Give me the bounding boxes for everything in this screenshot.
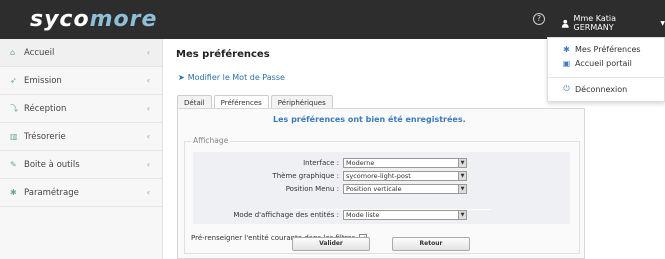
menu-item-deconnexion[interactable]: ⏻ Déconnexion bbox=[562, 84, 627, 94]
chevron-left-icon: ‹ bbox=[146, 132, 150, 141]
gear-icon: ✱ bbox=[10, 188, 17, 197]
top-bar: sycomore ? Mme Katia GERMANY ▼ bbox=[0, 0, 665, 39]
menu-item-accueil-portail[interactable]: ▣ Accueil portail bbox=[562, 59, 632, 68]
sidebar-item-tresorerie[interactable]: ▥ Trésorerie ‹ bbox=[0, 123, 162, 151]
menu-item-label: Déconnexion bbox=[575, 84, 628, 94]
logo-text-syco: syco bbox=[30, 7, 90, 32]
caret-down-icon: ▼ bbox=[660, 19, 665, 27]
dropdown-arrow-icon: ▼ bbox=[458, 159, 466, 167]
back-button[interactable]: Retour bbox=[392, 237, 470, 251]
portal-icon: ▣ bbox=[562, 59, 571, 68]
sidebar-item-reception[interactable]: ⤵ Réception ‹ bbox=[0, 95, 162, 123]
user-menu[interactable]: Mme Katia GERMANY ▼ bbox=[561, 14, 665, 32]
chevron-left-icon: ‹ bbox=[146, 104, 150, 113]
sidebar: ⌂ Accueil ‹ ➶ Emission ‹ ⤵ Réception ‹ ▥… bbox=[0, 39, 163, 259]
form-buttons: Valider Retour bbox=[163, 237, 599, 251]
interface-row: Interface : Moderne ▼ bbox=[193, 158, 467, 168]
sidebar-item-label: Réception bbox=[24, 103, 67, 114]
logo[interactable]: sycomore bbox=[30, 7, 157, 32]
sidebar-item-boite-a-outils[interactable]: ✎ Boite à outils ‹ bbox=[0, 151, 162, 179]
sidebar-item-label: Accueil bbox=[24, 47, 55, 58]
user-icon bbox=[561, 19, 569, 28]
interface-value: Moderne bbox=[346, 159, 375, 167]
menu-divider bbox=[548, 77, 665, 78]
change-password-link[interactable]: ➤ Modifier le Mot de Passe bbox=[178, 73, 285, 82]
menu-item-preferences[interactable]: ✱ Mes Préférences bbox=[562, 45, 641, 54]
page-title: Mes préférences bbox=[176, 49, 270, 60]
logo-text-more: more bbox=[89, 7, 158, 32]
display-mode-label: Mode d'affichage des entités : bbox=[233, 211, 339, 219]
chevron-left-icon: ‹ bbox=[146, 76, 150, 85]
gear-icon: ✱ bbox=[563, 45, 570, 54]
sidebar-item-parametrage[interactable]: ✱ Paramétrage ‹ bbox=[0, 179, 162, 207]
dropdown-arrow-icon: ▼ bbox=[458, 185, 466, 193]
chevron-left-icon: ‹ bbox=[146, 188, 150, 197]
display-mode-value: Mode liste bbox=[346, 211, 380, 219]
sidebar-item-label: Boite à outils bbox=[24, 159, 80, 170]
menu-item-label: Mes Préférences bbox=[575, 45, 641, 54]
interface-select[interactable]: Moderne ▼ bbox=[343, 158, 467, 168]
wrench-icon: ✎ bbox=[10, 160, 17, 169]
theme-value: sycomore-light-post bbox=[346, 172, 411, 180]
display-mode-row: Mode d'affichage des entités : Mode list… bbox=[193, 210, 467, 220]
chevron-left-icon: ‹ bbox=[146, 48, 150, 57]
home-icon: ⌂ bbox=[10, 48, 16, 57]
interface-label: Interface : bbox=[303, 159, 339, 167]
help-icon[interactable]: ? bbox=[533, 13, 545, 25]
sidebar-item-label: Emission bbox=[24, 75, 62, 86]
sidebar-item-label: Paramétrage bbox=[24, 187, 79, 198]
validate-button[interactable]: Valider bbox=[292, 237, 370, 251]
sidebar-item-accueil[interactable]: ⌂ Accueil ‹ bbox=[0, 39, 162, 67]
menu-position-value: Position verticale bbox=[346, 185, 402, 193]
chart-icon: ▥ bbox=[10, 132, 18, 141]
power-icon: ⏻ bbox=[563, 84, 570, 93]
fieldset-legend: Affichage bbox=[191, 136, 231, 145]
theme-select[interactable]: sycomore-light-post ▼ bbox=[343, 171, 467, 181]
success-message: Les préférences ont bien été enregistrée… bbox=[273, 115, 466, 124]
arrow-right-icon: ➤ bbox=[178, 73, 185, 82]
send-icon: ➶ bbox=[10, 76, 17, 85]
theme-label: Thème graphique : bbox=[272, 172, 339, 180]
menu-position-row: Position Menu : Position verticale ▼ bbox=[193, 184, 467, 194]
display-mode-select[interactable]: Mode liste ▼ bbox=[343, 210, 467, 220]
user-dropdown-menu: ✱ Mes Préférences ▣ Accueil portail ⏻ Dé… bbox=[547, 37, 665, 102]
menu-item-label: Accueil portail bbox=[575, 59, 632, 68]
menu-position-select[interactable]: Position verticale ▼ bbox=[343, 184, 467, 194]
form-band: Interface : Moderne ▼ Thème graphique : s… bbox=[193, 152, 570, 224]
chevron-left-icon: ‹ bbox=[146, 160, 150, 169]
menu-position-label: Position Menu : bbox=[285, 185, 339, 193]
change-password-label: Modifier le Mot de Passe bbox=[187, 73, 285, 82]
sidebar-item-emission[interactable]: ➶ Emission ‹ bbox=[0, 67, 162, 95]
dropdown-arrow-icon: ▼ bbox=[458, 211, 466, 219]
theme-row: Thème graphique : sycomore-light-post ▼ bbox=[193, 171, 467, 181]
sidebar-item-label: Trésorerie bbox=[24, 131, 66, 142]
receive-icon: ⤵ bbox=[10, 104, 18, 113]
user-name: Mme Katia GERMANY bbox=[573, 14, 616, 32]
dropdown-arrow-icon: ▼ bbox=[458, 172, 466, 180]
